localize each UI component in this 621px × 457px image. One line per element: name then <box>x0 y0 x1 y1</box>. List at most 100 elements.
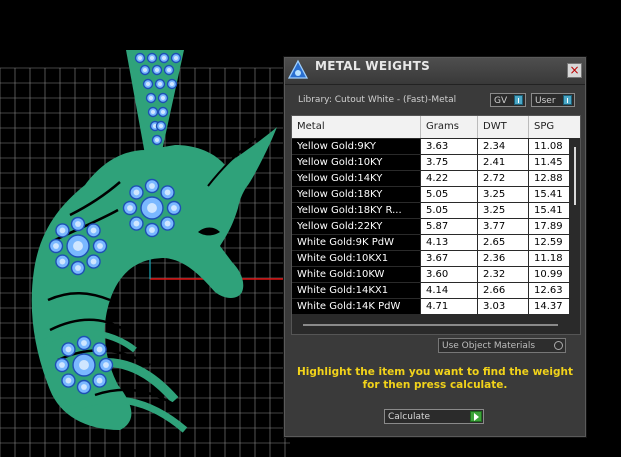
metal-cell: White Gold:10KX1 <box>292 251 420 266</box>
gemstone-highlight <box>133 220 140 227</box>
grams-cell: 5.05 <box>421 187 477 202</box>
dwt-cell: 2.72 <box>478 171 528 186</box>
panel-title: METAL WEIGHTS <box>315 59 431 73</box>
metal-cell: White Gold:9K PdW <box>292 235 420 250</box>
column-header-spg[interactable]: SPG <box>529 116 580 138</box>
dwt-cell: 3.03 <box>478 299 528 314</box>
vertical-scrollbar[interactable] <box>571 139 579 309</box>
spg-cell: 12.63 <box>529 283 569 298</box>
gemstone-highlight <box>166 67 172 73</box>
gemstone-highlight <box>75 265 81 271</box>
calculate-label: Calculate <box>388 412 431 422</box>
table-row[interactable]: Yellow Gold:14KY 4.22 2.72 12.88 <box>292 171 569 187</box>
gemstone-highlight <box>65 377 72 384</box>
gemstone-highlight <box>149 183 155 189</box>
dwt-cell: 3.25 <box>478 203 528 218</box>
gemstone-highlight <box>53 243 59 249</box>
dwt-cell: 2.41 <box>478 155 528 170</box>
gv-toggle[interactable]: GV <box>490 93 526 107</box>
grams-cell: 3.63 <box>421 139 477 154</box>
metal-cell: Yellow Gold:9KY <box>292 139 420 154</box>
metal-cell: Yellow Gold:18KY <box>292 187 420 202</box>
grams-cell: 3.75 <box>421 155 477 170</box>
gemstone-highlight <box>133 189 140 196</box>
gemstone-highlight <box>171 205 177 211</box>
spg-cell: 12.88 <box>529 171 569 186</box>
table-row[interactable]: Yellow Gold:10KY 3.75 2.41 11.45 <box>292 155 569 171</box>
gemstone-highlight <box>81 384 87 390</box>
table-row[interactable]: Yellow Gold:22KY 5.87 3.77 17.89 <box>292 219 569 235</box>
table-row[interactable]: White Gold:9K PdW 4.13 2.65 12.59 <box>292 235 569 251</box>
metal-cell: Yellow Gold:22KY <box>292 219 420 234</box>
dwt-cell: 2.66 <box>478 283 528 298</box>
grams-cell: 4.13 <box>421 235 477 250</box>
gemstone-highlight <box>149 55 155 61</box>
gemstone-highlight <box>154 67 160 73</box>
gemstone-highlight <box>164 220 171 227</box>
grams-cell: 5.87 <box>421 219 477 234</box>
dwt-cell: 2.32 <box>478 267 528 282</box>
gemstone-highlight <box>149 227 155 233</box>
spg-cell: 14.37 <box>529 299 569 314</box>
gemstone-highlight <box>59 258 66 265</box>
grams-cell: 4.14 <box>421 283 477 298</box>
user-toggle-label: User <box>535 96 556 106</box>
library-label: Library: Cutout White - (Fast)-Metal <box>298 95 457 105</box>
gemstone-highlight <box>137 55 143 61</box>
triangle-app-icon <box>287 59 309 79</box>
calculate-button[interactable]: Calculate <box>384 409 484 424</box>
metal-table[interactable]: Metal Grams DWT SPG Yellow Gold:9KY 3.63 2… <box>291 115 581 335</box>
gemstone-highlight <box>73 241 83 251</box>
metal-cell: White Gold:10KW <box>292 267 420 282</box>
table-row[interactable]: White Gold:14K PdW 4.71 3.03 14.37 <box>292 299 569 315</box>
gemstone-highlight <box>150 109 156 115</box>
play-arrow-icon <box>470 411 482 422</box>
gemstone-highlight <box>154 137 160 143</box>
metal-cell: Yellow Gold:10KY <box>292 155 420 170</box>
spg-cell: 12.59 <box>529 235 569 250</box>
grams-cell: 3.60 <box>421 267 477 282</box>
horizontal-scrollbar[interactable] <box>303 324 558 326</box>
column-header-metal[interactable]: Metal <box>292 116 421 138</box>
gemstone-highlight <box>147 203 157 213</box>
spg-cell: 15.41 <box>529 203 569 218</box>
grams-cell: 4.71 <box>421 299 477 314</box>
gemstone-highlight <box>59 362 65 368</box>
gemstone-highlight <box>173 55 179 61</box>
gemstone-highlight <box>158 123 164 129</box>
hint-text: Highlight the item you want to find the … <box>297 366 573 391</box>
column-header-dwt[interactable]: DWT <box>478 116 529 138</box>
dwt-cell: 3.77 <box>478 219 528 234</box>
scroll-thumb[interactable] <box>574 147 576 205</box>
table-row[interactable]: Yellow Gold:18KY 5.05 3.25 15.41 <box>292 187 569 203</box>
gemstone-highlight <box>90 227 97 234</box>
use-object-materials-option[interactable]: Use Object Materials <box>438 338 566 353</box>
table-row[interactable]: White Gold:10KX1 3.67 2.36 11.18 <box>292 251 569 267</box>
spg-cell: 11.18 <box>529 251 569 266</box>
grams-cell: 5.05 <box>421 203 477 218</box>
gv-toggle-label: GV <box>494 96 508 106</box>
grams-cell: 4.22 <box>421 171 477 186</box>
gemstone-highlight <box>59 227 66 234</box>
gemstone-highlight <box>75 221 81 227</box>
user-toggle[interactable]: User <box>531 93 575 107</box>
panel-header: METAL WEIGHTS × <box>285 58 585 85</box>
table-row[interactable]: White Gold:10KW 3.60 2.32 10.99 <box>292 267 569 283</box>
close-button[interactable]: × <box>567 63 582 78</box>
column-header-grams[interactable]: Grams <box>421 116 478 138</box>
table-row[interactable]: Yellow Gold:18KY R... 5.05 3.25 15.41 <box>292 203 569 219</box>
gemstone-highlight <box>81 340 87 346</box>
gemstone-highlight <box>142 67 148 73</box>
spg-cell: 10.99 <box>529 267 569 282</box>
toggle-knob-icon <box>514 95 523 105</box>
table-row[interactable]: Yellow Gold:9KY 3.63 2.34 11.08 <box>292 139 569 155</box>
gemstone-highlight <box>161 55 167 61</box>
gemstone-highlight <box>148 95 154 101</box>
gemstone-highlight <box>127 205 133 211</box>
spg-cell: 15.41 <box>529 187 569 202</box>
gemstone-highlight <box>103 362 109 368</box>
metal-cell: White Gold:14K PdW <box>292 299 420 314</box>
radio-icon[interactable] <box>554 341 563 350</box>
table-row[interactable]: White Gold:14KX1 4.14 2.66 12.63 <box>292 283 569 299</box>
spg-cell: 11.45 <box>529 155 569 170</box>
